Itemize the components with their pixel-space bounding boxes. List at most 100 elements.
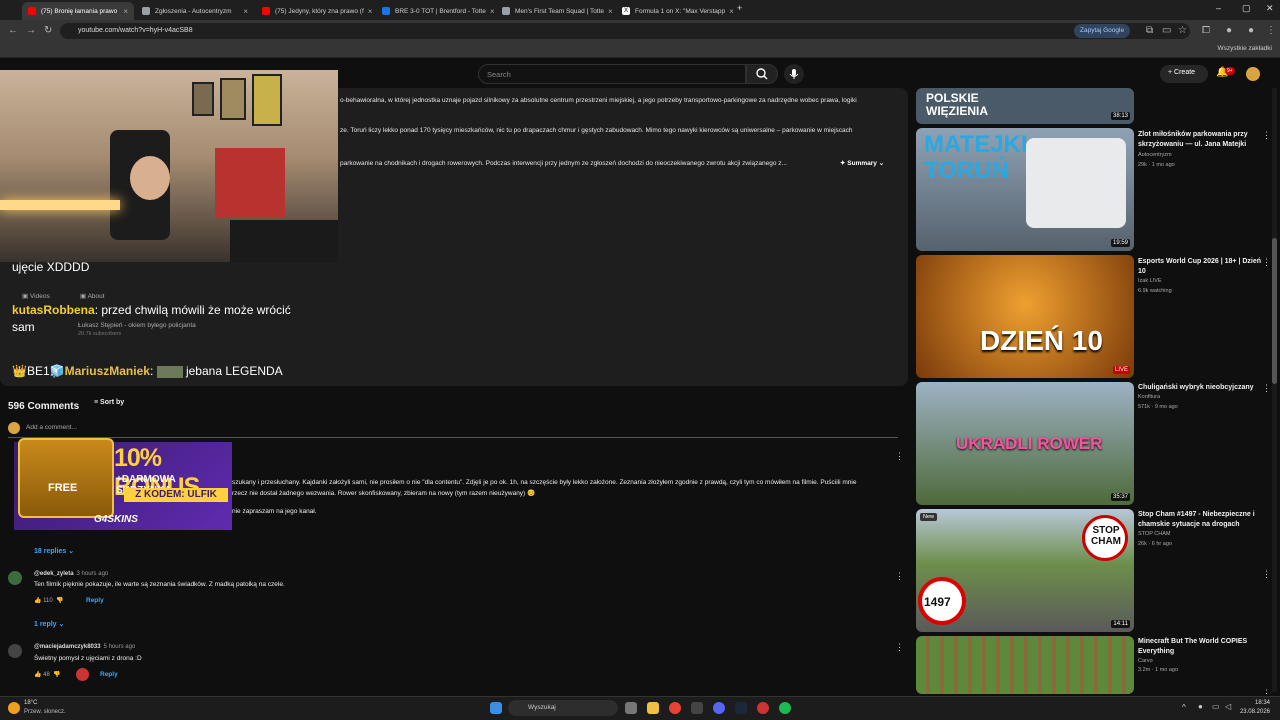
- close-icon[interactable]: ×: [725, 7, 734, 16]
- video-menu-icon[interactable]: ⋮: [1262, 383, 1271, 394]
- browser-tab-5[interactable]: Men's First Team Squad | Totte ×: [496, 2, 614, 20]
- new-tab-button[interactable]: +: [737, 3, 742, 13]
- show-replies-button[interactable]: 1 reply ⌄: [34, 620, 64, 628]
- video-channel[interactable]: Carvo: [1138, 658, 1153, 664]
- treasure-chest-icon: [18, 438, 114, 518]
- comment-author[interactable]: @edek_zyleta 3 hours ago: [34, 571, 108, 577]
- discord-icon[interactable]: [713, 702, 725, 714]
- video-thumbnail[interactable]: New STOP CHAM 1497 14:11: [916, 509, 1134, 632]
- tab-label: Videos: [29, 293, 50, 300]
- app-icon[interactable]: [757, 702, 769, 714]
- page-scrollbar[interactable]: [1272, 88, 1277, 692]
- browser-tab-4[interactable]: BRE 3-0 TOT | Brentford - Totte ×: [376, 2, 494, 20]
- channel-tab-about[interactable]: ▣ About: [80, 292, 105, 300]
- reload-icon[interactable]: ↻: [44, 25, 52, 36]
- like-icon[interactable]: 👍: [34, 598, 41, 604]
- microphone-tray-icon[interactable]: ●: [1198, 702, 1203, 711]
- browser-tab-1[interactable]: (75) Bronię łamania prawo ×: [22, 2, 134, 20]
- video-thumbnail[interactable]: DZIEŃ 10 LIVE: [916, 255, 1134, 378]
- video-menu-icon[interactable]: ⋮: [1262, 569, 1271, 580]
- clock-time[interactable]: 18:34: [1240, 700, 1270, 706]
- bookmark-star-icon[interactable]: ☆: [1178, 25, 1187, 36]
- volume-icon[interactable]: ◁: [1225, 702, 1231, 711]
- video-title[interactable]: Esports World Cup 2026 | 18+ | Dzień 10: [1138, 257, 1263, 277]
- scrollbar-thumb[interactable]: [1272, 238, 1277, 384]
- close-icon[interactable]: ×: [364, 7, 373, 16]
- browser-tab-6[interactable]: X Formula 1 on X: "Max Verstapp ×: [616, 2, 734, 20]
- video-thumbnail[interactable]: UKRADLI ROWER 35:37: [916, 382, 1134, 505]
- summary-button[interactable]: ✦ Summary ⌄: [840, 159, 884, 167]
- microphone-button[interactable]: [784, 64, 804, 84]
- video-channel[interactable]: Autocentryzm: [1138, 152, 1172, 158]
- video-thumbnail[interactable]: MATEJKI TORUŃ 19:59: [916, 128, 1134, 251]
- minimize-icon[interactable]: –: [1216, 3, 1221, 13]
- start-icon[interactable]: [490, 702, 502, 714]
- thumbnail-text: POLSKIE WIĘZIENIA: [926, 91, 988, 118]
- reply-button[interactable]: Reply: [100, 671, 118, 678]
- create-button[interactable]: + Create: [1160, 65, 1208, 83]
- commenter-avatar[interactable]: [8, 644, 22, 658]
- video-menu-icon[interactable]: ⋮: [1262, 130, 1271, 141]
- search-placeholder: Search: [487, 70, 511, 79]
- sort-by-button[interactable]: ≡ Sort by: [94, 399, 124, 406]
- comment-menu-icon[interactable]: ⋮: [895, 571, 904, 582]
- taskbar-search[interactable]: Wyszukaj: [508, 700, 618, 716]
- video-channel[interactable]: Konfitura: [1138, 394, 1160, 400]
- channel-tab-videos[interactable]: ▣ Videos: [22, 292, 50, 300]
- back-icon[interactable]: ←: [8, 25, 18, 36]
- close-icon[interactable]: ×: [239, 7, 248, 16]
- video-menu-icon[interactable]: ⋮: [1262, 257, 1271, 268]
- show-replies-button[interactable]: 18 replies ⌄: [34, 547, 74, 555]
- video-thumbnail[interactable]: POLSKIE WIĘZIENIA 38:13: [916, 88, 1134, 124]
- task-view-icon[interactable]: [625, 702, 637, 714]
- menu-dots-icon[interactable]: ⋮: [1266, 25, 1276, 36]
- comment-menu-icon[interactable]: ⋮: [895, 642, 904, 653]
- search-icon: [756, 68, 768, 80]
- ask-google-button[interactable]: Zapytaj Google: [1074, 24, 1131, 38]
- spotify-icon[interactable]: [779, 702, 791, 714]
- video-channel[interactable]: STOP CHAM: [1138, 531, 1171, 537]
- video-title[interactable]: Zlot miłośników parkowania przy skrzyżow…: [1138, 130, 1263, 150]
- desk: [230, 220, 338, 262]
- comment-time: 5 hours ago: [103, 644, 136, 650]
- translate-icon[interactable]: ⧉: [1146, 25, 1153, 36]
- comment-menu-icon[interactable]: ⋮: [895, 451, 904, 462]
- video-thumbnail[interactable]: [916, 636, 1134, 694]
- chrome-icon[interactable]: [669, 702, 681, 714]
- like-icon[interactable]: 👍: [34, 672, 41, 678]
- app-icon[interactable]: [691, 702, 703, 714]
- weather-icon[interactable]: [8, 702, 20, 714]
- search-button[interactable]: [746, 64, 778, 84]
- maximize-icon[interactable]: ▢: [1242, 3, 1251, 14]
- search-input[interactable]: Search: [478, 64, 746, 84]
- close-window-icon[interactable]: ✕: [1266, 3, 1274, 14]
- cast-icon[interactable]: ▭: [1162, 25, 1171, 36]
- account-avatar[interactable]: [1246, 67, 1260, 81]
- video-title[interactable]: Stop Cham #1497 - Niebezpieczne i chamsk…: [1138, 510, 1263, 530]
- extensions-icon[interactable]: ⧠: [1202, 25, 1210, 36]
- dislike-icon[interactable]: 👎: [53, 672, 60, 678]
- video-title[interactable]: Chuligański wybryk nieobcyjczany: [1138, 383, 1263, 393]
- add-comment-input[interactable]: Add a comment...: [8, 422, 898, 438]
- dislike-icon[interactable]: 👎: [56, 598, 63, 604]
- network-icon[interactable]: ▭: [1212, 702, 1220, 711]
- comment-author[interactable]: @maciejadamczyk8033 5 hours ago: [34, 644, 135, 650]
- forward-icon[interactable]: →: [26, 25, 36, 36]
- url-input[interactable]: youtube.com/watch?v=hyH-v4acSB8: [60, 23, 1190, 39]
- reply-button[interactable]: Reply: [86, 597, 104, 604]
- file-explorer-icon[interactable]: [647, 702, 659, 714]
- close-icon[interactable]: ×: [119, 7, 128, 16]
- profile-2-icon[interactable]: ●: [1248, 25, 1254, 36]
- steam-icon[interactable]: [735, 702, 747, 714]
- weather-temperature[interactable]: 18°C: [24, 700, 37, 706]
- browser-tab-3[interactable]: (75) Jedyny, który zna prawo (f ×: [256, 2, 374, 20]
- close-icon[interactable]: ×: [604, 7, 613, 16]
- video-channel[interactable]: Izak LIVE: [1138, 278, 1162, 284]
- tray-chevron-icon[interactable]: ^: [1182, 703, 1186, 712]
- close-icon[interactable]: ×: [486, 7, 494, 16]
- video-title[interactable]: Minecraft But The World COPIES Everythin…: [1138, 637, 1263, 657]
- all-bookmarks-link[interactable]: Wszystkie zakładki: [1217, 45, 1272, 52]
- browser-tab-2[interactable]: Zgłoszenia - Autocentryzm ×: [136, 2, 254, 20]
- commenter-avatar[interactable]: [8, 571, 22, 585]
- profile-icon[interactable]: ●: [1226, 25, 1232, 36]
